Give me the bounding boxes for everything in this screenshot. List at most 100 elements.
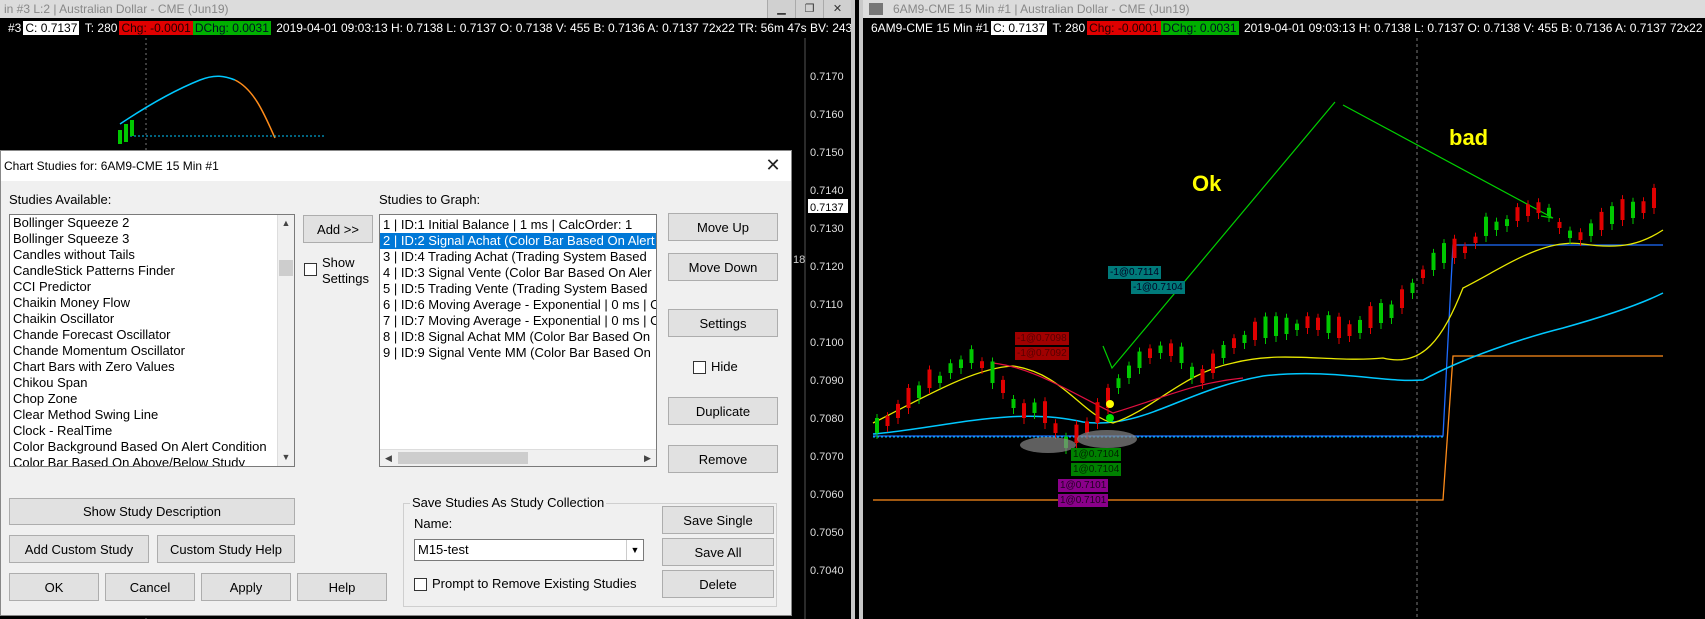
available-study-item[interactable]: Chande Forecast Oscillator xyxy=(10,327,294,343)
dialog-title: Chart Studies for: 6AM9-CME 15 Min #1 xyxy=(4,159,219,173)
graph-study-item[interactable]: 2 | ID:2 Signal Achat (Color Bar Based O… xyxy=(380,233,656,249)
chart-studies-dialog: Chart Studies for: 6AM9-CME 15 Min #1 ✕ … xyxy=(0,150,792,616)
available-study-item[interactable]: Bollinger Squeeze 2 xyxy=(10,215,294,231)
name-label: Name: xyxy=(414,516,453,531)
remove-button[interactable]: Remove xyxy=(668,445,778,473)
add-custom-study-button[interactable]: Add Custom Study xyxy=(9,535,149,563)
buy-tag-4: 1@0.7101 xyxy=(1058,494,1109,507)
right-chart-window: 6AM9-CME 15 Min #1 | Australian Dollar -… xyxy=(859,0,1705,619)
graph-study-item[interactable]: 4 | ID:3 Signal Vente (Color Bar Based O… xyxy=(380,265,656,281)
graph-study-item[interactable]: 3 | ID:4 Trading Achat (Trading System B… xyxy=(380,249,656,265)
available-study-item[interactable]: Bollinger Squeeze 3 xyxy=(10,231,294,247)
bad-annotation: bad xyxy=(1449,125,1489,150)
dialog-titlebar[interactable]: Chart Studies for: 6AM9-CME 15 Min #1 ✕ xyxy=(1,151,791,181)
price-label: 0.7060 xyxy=(810,489,844,501)
duplicate-button[interactable]: Duplicate xyxy=(668,397,778,425)
price-label: 0.7140 xyxy=(810,185,844,197)
right-chart-plot[interactable]: -1@0.7114 -1@0.7104 -1@0.7098 -1@0.7092 … xyxy=(863,38,1705,619)
hide-checkbox[interactable] xyxy=(693,361,706,374)
available-study-item[interactable]: Clock - RealTime xyxy=(10,423,294,439)
prompt-remove-label: Prompt to Remove Existing Studies xyxy=(432,576,637,591)
chart-icon xyxy=(869,3,883,15)
available-study-item[interactable]: Color Background Based On Alert Conditio… xyxy=(10,439,294,455)
left-window-titlebar[interactable]: in #3 L:2 | Australian Dollar - CME (Jun… xyxy=(0,0,851,18)
price-label: 0.7120 xyxy=(810,261,844,273)
studies-available-label: Studies Available: xyxy=(9,192,112,207)
settings-button[interactable]: Settings xyxy=(668,309,778,337)
graph-hscrollbar[interactable]: ◀ ▶ xyxy=(380,449,656,466)
collection-name-combo[interactable]: M15-test ▼ xyxy=(414,539,644,561)
minimize-icon[interactable]: ▁ xyxy=(767,0,795,18)
save-single-button[interactable]: Save Single xyxy=(662,506,774,534)
sell-tag-1: -1@0.7114 xyxy=(1108,266,1161,279)
close-icon[interactable]: ✕ xyxy=(823,0,851,18)
scroll-right-icon[interactable]: ▶ xyxy=(639,450,656,466)
available-study-item[interactable]: Chart Bars with Zero Values xyxy=(10,359,294,375)
graph-study-item[interactable]: 9 | ID:9 Signal Vente MM (Color Bar Base… xyxy=(380,345,656,361)
buy-tag-2: 1@0.7104 xyxy=(1071,463,1122,476)
studies-available-list[interactable]: Bollinger Squeeze 2 Bollinger Squeeze 3 Ca… xyxy=(9,214,295,467)
move-down-button[interactable]: Move Down xyxy=(668,253,778,281)
prompt-remove-checkbox[interactable] xyxy=(414,578,427,591)
available-study-item[interactable]: CCI Predictor xyxy=(10,279,294,295)
cancel-button[interactable]: Cancel xyxy=(105,573,195,601)
scroll-left-icon[interactable]: ◀ xyxy=(380,450,397,466)
ok-button[interactable]: OK xyxy=(9,573,99,601)
price-label: 0.7160 xyxy=(810,109,844,121)
show-study-description-button[interactable]: Show Study Description xyxy=(9,498,295,525)
delete-button[interactable]: Delete xyxy=(662,570,774,598)
graph-study-item[interactable]: 1 | ID:1 Initial Balance | 1 ms | CalcOr… xyxy=(380,217,656,233)
sell-tag-2: -1@0.7104 xyxy=(1131,281,1185,294)
available-study-item[interactable]: Chande Momentum Oscillator xyxy=(10,343,294,359)
custom-study-help-button[interactable]: Custom Study Help xyxy=(157,535,295,563)
chevron-down-icon[interactable]: ▼ xyxy=(626,540,643,560)
available-study-item[interactable]: Clear Method Swing Line xyxy=(10,407,294,423)
scroll-up-icon[interactable]: ▲ xyxy=(278,215,294,232)
apply-button[interactable]: Apply xyxy=(201,573,291,601)
graph-study-item[interactable]: 5 | ID:5 Trading Vente (Trading System B… xyxy=(380,281,656,297)
available-study-item[interactable]: Chikou Span xyxy=(10,375,294,391)
studies-to-graph-list[interactable]: 1 | ID:1 Initial Balance | 1 ms | CalcOr… xyxy=(379,214,657,467)
show-settings-label: Show Settings xyxy=(322,255,369,286)
right-chart-prefix: 6AM9-CME 15 Min #1 xyxy=(871,21,990,35)
available-study-item[interactable]: Candles without Tails xyxy=(10,247,294,263)
left-change: Chg: -0.0001 xyxy=(119,21,193,35)
available-scrollbar[interactable]: ▲ ▼ xyxy=(277,215,294,466)
move-up-button[interactable]: Move Up xyxy=(668,213,778,241)
add-study-button[interactable]: Add >> xyxy=(303,215,373,243)
ok-annotation: Ok xyxy=(1192,171,1222,196)
price-label: 0.7137 xyxy=(810,202,844,214)
available-study-item[interactable]: Color Bar Based On Above/Below Study xyxy=(10,455,294,466)
available-study-item[interactable]: Chaikin Oscillator xyxy=(10,311,294,327)
graph-study-item[interactable]: 6 | ID:6 Moving Average - Exponential | … xyxy=(380,297,656,313)
sell-tag-4: -1@0.7092 xyxy=(1015,347,1069,360)
graph-study-item[interactable]: 8 | ID:8 Signal Achat MM (Color Bar Base… xyxy=(380,329,656,345)
scrollbar-thumb[interactable] xyxy=(279,260,293,276)
save-all-button[interactable]: Save All xyxy=(662,538,774,566)
graph-study-item[interactable]: 7 | ID:7 Moving Average - Exponential | … xyxy=(380,313,656,329)
hide-label: Hide xyxy=(711,359,738,374)
left-ema-line xyxy=(119,75,236,125)
scroll-down-icon[interactable]: ▼ xyxy=(278,449,294,466)
collection-name-value: M15-test xyxy=(418,542,469,557)
price-label: 0.7100 xyxy=(810,337,844,349)
right-change: Chg: -0.0001 xyxy=(1087,21,1161,35)
right-window-titlebar[interactable]: 6AM9-CME 15 Min #1 | Australian Dollar -… xyxy=(863,0,1705,18)
available-study-item[interactable]: CandleStick Patterns Finder xyxy=(10,263,294,279)
show-settings-checkbox[interactable] xyxy=(304,263,317,276)
left-info-rest: 2019-04-01 09:03:13 H: 0.7138 L: 0.7137 … xyxy=(276,21,851,35)
hscroll-thumb[interactable] xyxy=(398,452,528,464)
help-button[interactable]: Help xyxy=(297,573,387,601)
price-label: 0.7090 xyxy=(810,375,844,387)
buy-tag-1: 1@0.7104 xyxy=(1071,448,1122,461)
available-study-item[interactable]: Chaikin Money Flow xyxy=(10,295,294,311)
restore-icon[interactable]: ❐ xyxy=(795,0,823,18)
available-study-item[interactable]: Chop Zone xyxy=(10,391,294,407)
price-label: 0.7170 xyxy=(810,71,844,83)
right-window-title: 6AM9-CME 15 Min #1 | Australian Dollar -… xyxy=(893,2,1190,16)
price-label: 0.7040 xyxy=(810,565,844,577)
studies-to-graph-label: Studies to Graph: xyxy=(379,192,481,207)
close-icon[interactable]: ✕ xyxy=(763,155,783,175)
price-label: 0.7080 xyxy=(810,413,844,425)
price-label: 0.7050 xyxy=(810,527,844,539)
